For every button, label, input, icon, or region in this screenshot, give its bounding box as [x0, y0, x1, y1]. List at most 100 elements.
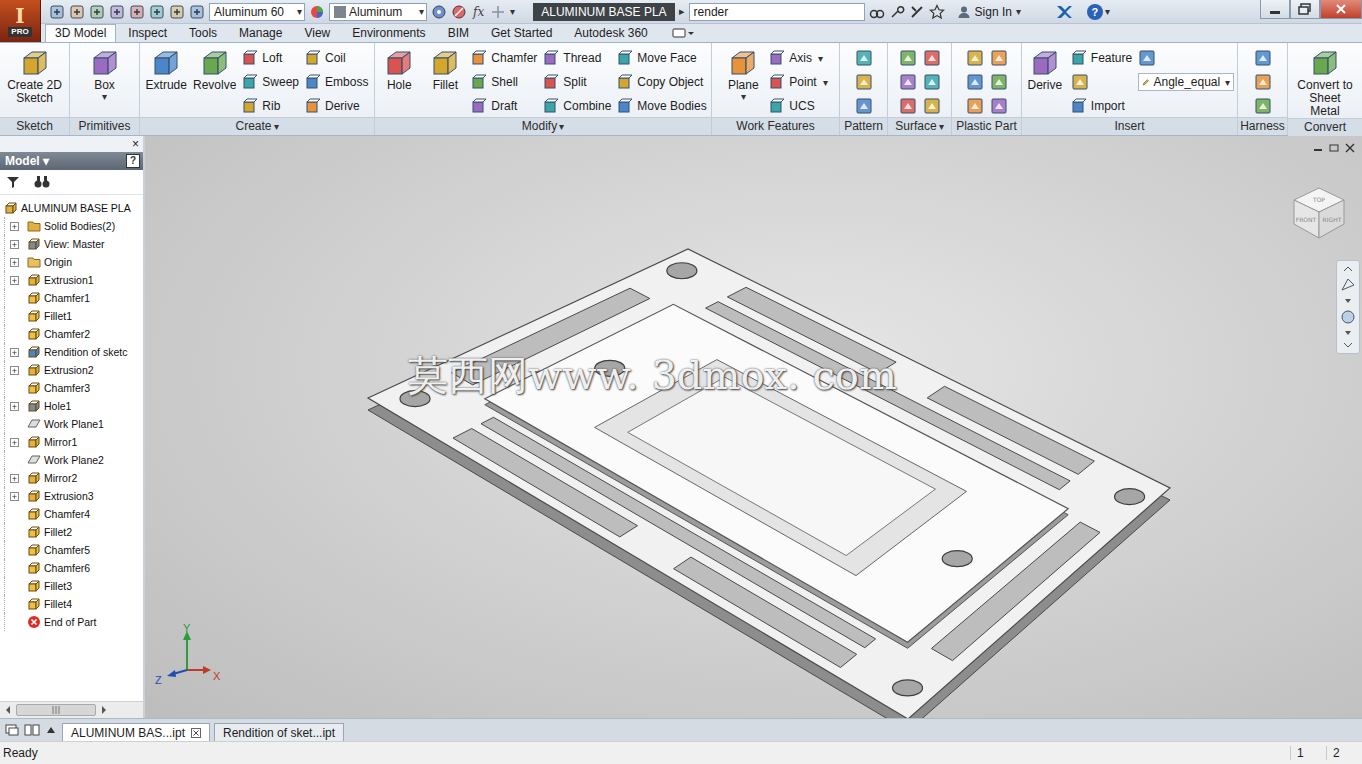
ribbon-button[interactable]: Plane▾: [723, 47, 763, 102]
tools-icon[interactable]: [909, 4, 925, 20]
ribbon-button[interactable]: Derive: [1025, 47, 1065, 92]
ribbon-icon-button[interactable]: [855, 71, 873, 93]
panel-label[interactable]: Sketch: [0, 117, 69, 135]
ribbon-tab[interactable]: Environments: [342, 24, 435, 42]
ribbon-button[interactable]: Sweep: [242, 71, 299, 93]
help-button[interactable]: ?▾: [1087, 4, 1110, 20]
tree-item[interactable]: +Hole1: [0, 397, 143, 415]
ribbon-icon-button[interactable]: [990, 47, 1008, 69]
ribbon-icon-button[interactable]: [966, 71, 984, 93]
ribbon-button[interactable]: Hole: [379, 47, 419, 92]
ribbon-button[interactable]: Fillet: [425, 47, 465, 92]
tree-item[interactable]: Work Plane1: [0, 415, 143, 433]
save-icon[interactable]: [89, 4, 105, 20]
panel-label[interactable]: Insert: [1022, 117, 1237, 135]
panel-label[interactable]: Modify▾: [375, 117, 711, 135]
expand-button[interactable]: +: [10, 258, 19, 267]
home-icon[interactable]: [149, 4, 165, 20]
clear-appearance-icon[interactable]: [451, 4, 467, 20]
ribbon-button[interactable]: Convert to Sheet Metal: [1293, 47, 1357, 118]
expand-button[interactable]: +: [10, 366, 19, 375]
ribbon-button[interactable]: Loft: [242, 47, 299, 69]
ribbon-tab[interactable]: Tools: [179, 24, 227, 42]
ribbon-icon-button[interactable]: [1254, 71, 1272, 93]
ribbon-icon-button[interactable]: [990, 71, 1008, 93]
search-arrow[interactable]: ▸: [679, 5, 685, 18]
ribbon-icon-button[interactable]: [1138, 47, 1234, 69]
expand-button[interactable]: +: [10, 348, 19, 357]
expand-button[interactable]: +: [10, 474, 19, 483]
nav-down-icon[interactable]: [1340, 340, 1356, 350]
ribbon-icon-button[interactable]: [899, 95, 917, 117]
minimize-icon[interactable]: [1260, 0, 1290, 19]
style-select[interactable]: Angle_equal▾: [1138, 73, 1234, 91]
minimize-view-icon[interactable]: [1312, 143, 1324, 153]
ribbon-icon-button[interactable]: [855, 47, 873, 69]
cascade-windows-icon[interactable]: [4, 723, 20, 737]
scroll-thumb[interactable]: [16, 704, 96, 716]
material-select[interactable]: Aluminum 60▾: [209, 3, 305, 21]
tree-item[interactable]: +Extrusion2: [0, 361, 143, 379]
panel-label[interactable]: Primitives: [70, 117, 139, 135]
panel-label[interactable]: Surface▾: [888, 117, 951, 135]
ribbon-button[interactable]: Point▾: [769, 71, 827, 93]
search-field[interactable]: render: [689, 3, 865, 21]
expand-button[interactable]: +: [10, 438, 19, 447]
tree-item[interactable]: Chamfer1: [0, 289, 143, 307]
tree-item[interactable]: Work Plane2: [0, 451, 143, 469]
ribbon-button[interactable]: Draft: [471, 95, 537, 117]
ribbon-button[interactable]: Emboss: [305, 71, 368, 93]
crosshair-icon[interactable]: [490, 4, 506, 20]
tree-item[interactable]: +Mirror1: [0, 433, 143, 451]
ribbon-icon-button[interactable]: [1071, 71, 1132, 93]
tree-item[interactable]: Chamfer6: [0, 559, 143, 577]
ribbon-tab[interactable]: 3D Model: [45, 24, 116, 42]
ribbon-icon-button[interactable]: [855, 95, 873, 117]
ribbon-icon-button[interactable]: [1254, 47, 1272, 69]
ribbon-tab[interactable]: Get Started: [481, 24, 562, 42]
panel-label[interactable]: Convert: [1288, 118, 1362, 136]
tree-item[interactable]: +Rendition of sketc: [0, 343, 143, 361]
graphics-viewport[interactable]: 莫西网www. 3dmox. comTOPFRONTRIGHTYXZ: [145, 136, 1362, 718]
tree-item[interactable]: +Mirror2: [0, 469, 143, 487]
tree-item[interactable]: ALUMINUM BASE PLA: [0, 199, 143, 217]
horizontal-scrollbar[interactable]: [0, 701, 143, 718]
tree-item[interactable]: Fillet3: [0, 577, 143, 595]
viewcube[interactable]: TOPFRONTRIGHT: [1286, 178, 1352, 244]
browser-help-button[interactable]: ?: [126, 154, 140, 168]
sign-in-button[interactable]: Sign In▾: [957, 5, 1021, 19]
ribbon-icon-button[interactable]: [966, 95, 984, 117]
document-tab[interactable]: Rendition of sket...ipt: [214, 723, 344, 741]
document-tab[interactable]: ALUMINUM BAS...ipt: [62, 723, 210, 741]
ribbon-icon-button[interactable]: [966, 47, 984, 69]
appearance-select[interactable]: Aluminum▾: [329, 3, 427, 21]
tree-item[interactable]: Fillet4: [0, 595, 143, 613]
tree-item[interactable]: Fillet1: [0, 307, 143, 325]
ribbon-button[interactable]: Split: [543, 71, 611, 93]
ribbon-button[interactable]: Revolve: [193, 47, 236, 92]
customize-caret[interactable]: ▾: [510, 6, 515, 17]
ribbon-tab[interactable]: Autodesk 360: [564, 24, 657, 42]
ribbon-button[interactable]: Chamfer: [471, 47, 537, 69]
tree-item[interactable]: +View: Master: [0, 235, 143, 253]
expand-button[interactable]: +: [10, 222, 19, 231]
panel-label[interactable]: Plastic Part: [952, 117, 1021, 135]
ribbon-tab[interactable]: View: [294, 24, 340, 42]
color-wheel-icon[interactable]: [309, 4, 325, 20]
undo-icon[interactable]: [109, 4, 125, 20]
ribbon-button[interactable]: Feature: [1071, 47, 1132, 69]
expand-button[interactable]: +: [10, 402, 19, 411]
ribbon-button[interactable]: Combine: [543, 95, 611, 117]
ribbon-tab[interactable]: BIM: [438, 24, 479, 42]
ribbon-button[interactable]: UCS: [769, 95, 827, 117]
part-model[interactable]: [145, 136, 1360, 718]
ribbon-icon-button[interactable]: [990, 95, 1008, 117]
expand-button[interactable]: +: [10, 276, 19, 285]
open-documents-icon[interactable]: [44, 723, 58, 737]
ribbon-tab[interactable]: Manage: [229, 24, 292, 42]
redo-icon[interactable]: [129, 4, 145, 20]
nav-caret-icon[interactable]: [1340, 296, 1356, 306]
restore-icon[interactable]: [1290, 0, 1320, 19]
ribbon-button[interactable]: Move Face: [617, 47, 706, 69]
ribbon-button[interactable]: Axis▾: [769, 47, 827, 69]
